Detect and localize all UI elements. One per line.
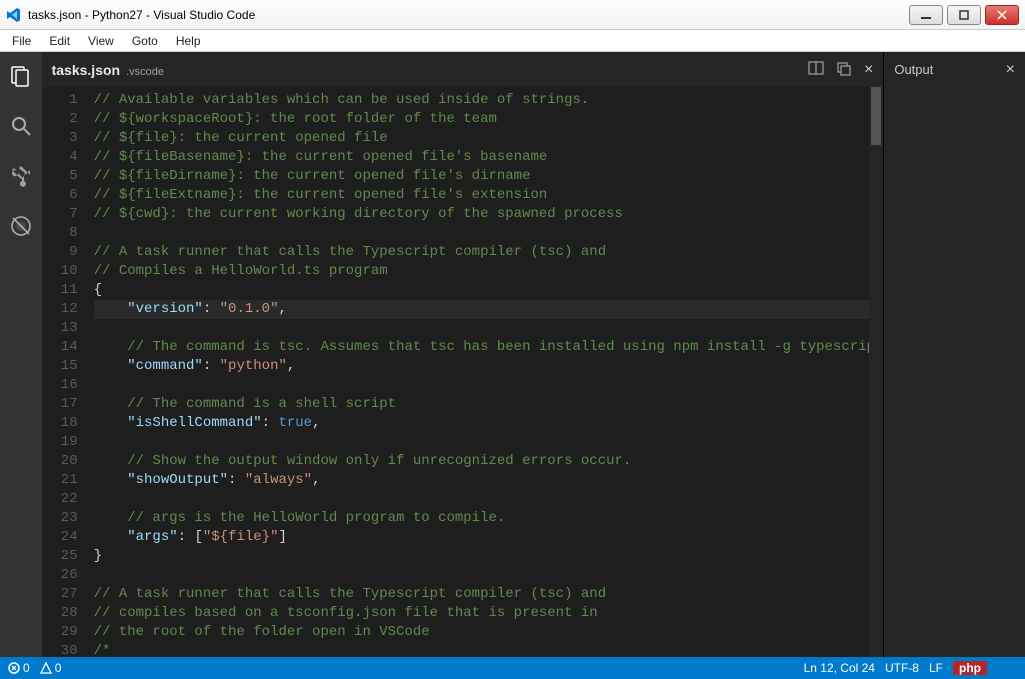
status-eol[interactable]: LF [929, 661, 943, 675]
minimize-button[interactable] [909, 5, 943, 25]
menu-edit[interactable]: Edit [41, 32, 78, 50]
code-line[interactable]: "version": "0.1.0", [94, 300, 884, 319]
close-output-icon[interactable]: × [1006, 61, 1015, 79]
line-number-gutter: 1234567891011121314151617181920212223242… [42, 87, 88, 657]
tab-folder: .vscode [126, 66, 164, 78]
code-line[interactable] [94, 319, 884, 338]
code-line[interactable]: "args": ["${file}"] [94, 528, 884, 547]
code-line[interactable]: // A task runner that calls the Typescri… [94, 585, 884, 604]
code-line[interactable]: // ${fileBasename}: the current opened f… [94, 148, 884, 167]
menu-help[interactable]: Help [168, 32, 209, 50]
status-encoding[interactable]: UTF-8 [885, 661, 919, 675]
status-language-mode[interactable]: php [953, 661, 987, 675]
status-errors-count: 0 [23, 661, 30, 675]
code-line[interactable]: // ${workspaceRoot}: the root folder of … [94, 110, 884, 129]
overview-ruler[interactable] [869, 87, 883, 657]
status-bar: 0 0 Ln 12, Col 24 UTF-8 LF php [0, 657, 1025, 679]
window-title: tasks.json - Python27 - Visual Studio Co… [28, 8, 909, 22]
code-line[interactable]: // Available variables which can be used… [94, 91, 884, 110]
maximize-button[interactable] [947, 5, 981, 25]
editor-area: tasks.json .vscode × 1234567891011121314… [42, 52, 884, 657]
search-icon[interactable] [7, 112, 35, 140]
workbench: tasks.json .vscode × 1234567891011121314… [0, 52, 1025, 657]
code-line[interactable]: // The command is a shell script [94, 395, 884, 414]
code-line[interactable]: // A task runner that calls the Typescri… [94, 243, 884, 262]
code-line[interactable]: // ${fileExtname}: the current opened fi… [94, 186, 884, 205]
debug-icon[interactable] [7, 212, 35, 240]
code-line[interactable]: // ${cwd}: the current working directory… [94, 205, 884, 224]
menu-goto[interactable]: Goto [124, 32, 166, 50]
menu-file[interactable]: File [4, 32, 39, 50]
activity-bar [0, 52, 42, 657]
git-icon[interactable] [7, 162, 35, 190]
code-line[interactable]: // The command is tsc. Assumes that tsc … [94, 338, 884, 357]
menu-view[interactable]: View [80, 32, 122, 50]
code-line[interactable]: // ${file}: the current opened file [94, 129, 884, 148]
code-editor[interactable]: 1234567891011121314151617181920212223242… [42, 87, 884, 657]
code-line[interactable]: // compiles based on a tsconfig.json fil… [94, 604, 884, 623]
code-content[interactable]: // Available variables which can be used… [88, 87, 884, 657]
code-line[interactable] [94, 566, 884, 585]
code-line[interactable] [94, 224, 884, 243]
code-line[interactable]: "showOutput": "always", [94, 471, 884, 490]
code-line[interactable]: // ${fileDirname}: the current opened fi… [94, 167, 884, 186]
more-actions-icon[interactable] [836, 60, 852, 79]
code-line[interactable] [94, 376, 884, 395]
code-line[interactable] [94, 433, 884, 452]
output-panel: Output × [883, 52, 1025, 657]
code-line[interactable] [94, 490, 884, 509]
code-line[interactable]: } [94, 547, 884, 566]
status-warnings-count: 0 [55, 661, 62, 675]
split-editor-icon[interactable] [808, 60, 824, 79]
vscode-app-icon [6, 7, 22, 23]
explorer-icon[interactable] [7, 62, 35, 90]
window-titlebar: tasks.json - Python27 - Visual Studio Co… [0, 0, 1025, 30]
status-warnings[interactable]: 0 [40, 661, 62, 675]
code-line[interactable]: { [94, 281, 884, 300]
status-cursor-position[interactable]: Ln 12, Col 24 [804, 661, 875, 675]
code-line[interactable]: "command": "python", [94, 357, 884, 376]
code-line[interactable]: // Compiles a HelloWorld.ts program [94, 262, 884, 281]
code-line[interactable]: /* [94, 642, 884, 657]
code-line[interactable]: // the root of the folder open in VSCode [94, 623, 884, 642]
code-line[interactable]: // args is the HelloWorld program to com… [94, 509, 884, 528]
status-errors[interactable]: 0 [8, 661, 30, 675]
editor-tab-bar: tasks.json .vscode × [42, 52, 884, 87]
close-tab-icon[interactable]: × [864, 61, 873, 79]
menu-bar: FileEditViewGotoHelp [0, 30, 1025, 52]
code-line[interactable]: // Show the output window only if unreco… [94, 452, 884, 471]
code-line[interactable]: "isShellCommand": true, [94, 414, 884, 433]
tab-filename[interactable]: tasks.json [52, 62, 120, 78]
scrollbar-thumb[interactable] [871, 87, 881, 145]
output-panel-title: Output [894, 62, 933, 77]
close-window-button[interactable] [985, 5, 1019, 25]
